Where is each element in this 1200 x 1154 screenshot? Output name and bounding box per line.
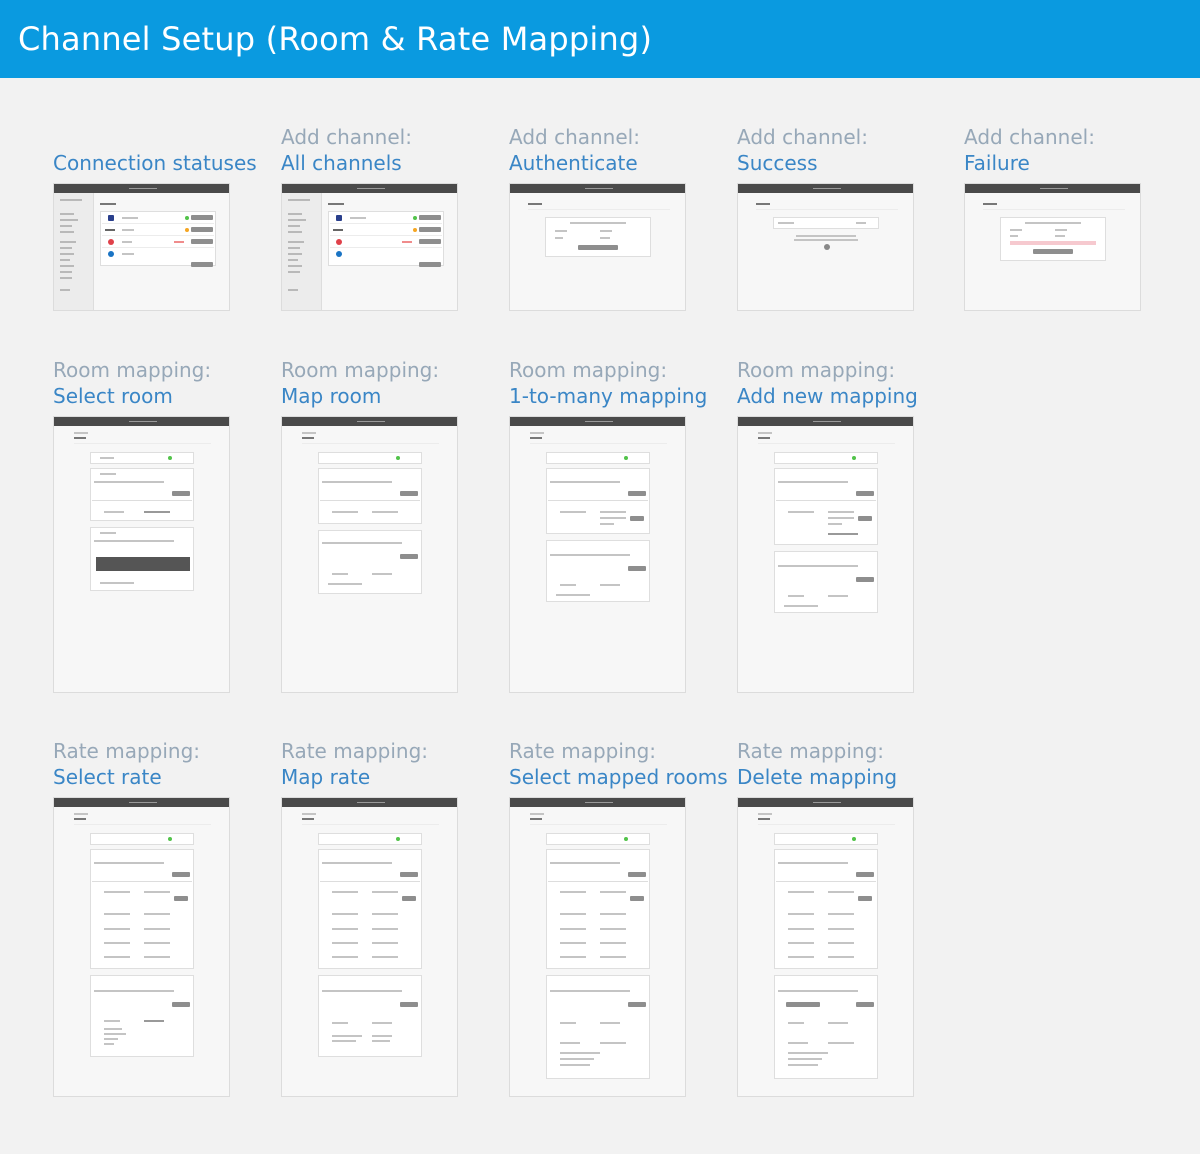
screen-card-rate-map: Rate mapping: Map rate xyxy=(281,738,481,1097)
screen-caption-title: Map room xyxy=(281,384,382,408)
screen-card-rate-delete: Rate mapping: Delete mapping xyxy=(737,738,937,1097)
screen-thumbnail[interactable] xyxy=(281,183,458,311)
screen-card-add-failure: Add channel: Failure xyxy=(964,124,1164,311)
screen-caption-title: Add new mapping xyxy=(737,384,918,408)
screen-caption-category: Add channel: xyxy=(281,125,412,149)
screen-card-rate-rooms: Rate mapping: Select mapped rooms xyxy=(509,738,728,1097)
screen-card-connection-statuses: . Connection statuses xyxy=(53,124,257,311)
screen-thumbnail[interactable] xyxy=(509,416,686,693)
screen-thumbnail[interactable] xyxy=(509,183,686,311)
screen-caption-category: Add channel: xyxy=(964,125,1095,149)
screen-thumbnail[interactable] xyxy=(53,797,230,1097)
screen-thumbnail[interactable] xyxy=(281,797,458,1097)
screen-caption-category: Rate mapping: xyxy=(53,739,201,763)
screen-caption-category: Room mapping: xyxy=(281,358,440,382)
screen-caption-category: Add channel: xyxy=(509,125,640,149)
screen-caption-category: Rate mapping: xyxy=(737,739,885,763)
screen-caption-category: Rate mapping: xyxy=(281,739,429,763)
screen-caption-title: Connection statuses xyxy=(53,151,257,175)
page-header: Channel Setup (Room & Rate Mapping) xyxy=(0,0,1200,78)
screen-caption-category: Add channel: xyxy=(737,125,868,149)
screen-card-add-all: Add channel: All channels xyxy=(281,124,481,311)
screen-caption-title: 1-to-many mapping xyxy=(509,384,708,408)
screen-card-room-1tomany: Room mapping: 1-to-many mapping xyxy=(509,357,709,693)
screen-card-room-map: Room mapping: Map room xyxy=(281,357,481,693)
screen-card-rate-select: Rate mapping: Select rate xyxy=(53,738,253,1097)
screen-card-room-select: Room mapping: Select room xyxy=(53,357,253,693)
screen-thumbnail[interactable] xyxy=(737,797,914,1097)
screen-thumbnail[interactable] xyxy=(509,797,686,1097)
screen-caption-title: All channels xyxy=(281,151,402,175)
page-title: Channel Setup (Room & Rate Mapping) xyxy=(18,20,653,58)
screen-caption-title: Map rate xyxy=(281,765,371,789)
screen-caption-title: Select rate xyxy=(53,765,162,789)
screen-caption-category: Room mapping: xyxy=(509,358,668,382)
screen-caption-title: Success xyxy=(737,151,818,175)
screen-card-room-add: Room mapping: Add new mapping xyxy=(737,357,937,693)
screen-caption-title: Select mapped rooms xyxy=(509,765,728,789)
screen-card-add-success: Add channel: Success xyxy=(737,124,937,311)
screen-caption-title: Delete mapping xyxy=(737,765,898,789)
screen-thumbnail[interactable] xyxy=(53,416,230,693)
screen-thumbnail[interactable] xyxy=(53,183,230,311)
screen-caption-title: Select room xyxy=(53,384,173,408)
screen-caption-title: Authenticate xyxy=(509,151,638,175)
screen-thumbnail[interactable] xyxy=(964,183,1141,311)
screen-thumbnail[interactable] xyxy=(281,416,458,693)
screen-caption-category: Room mapping: xyxy=(53,358,212,382)
screen-thumbnail[interactable] xyxy=(737,416,914,693)
screen-thumbnail[interactable] xyxy=(737,183,914,311)
screen-caption-title: Failure xyxy=(964,151,1030,175)
screen-caption-category: Room mapping: xyxy=(737,358,896,382)
screen-card-add-auth: Add channel: Authenticate xyxy=(509,124,709,311)
screen-caption-category: Rate mapping: xyxy=(509,739,657,763)
